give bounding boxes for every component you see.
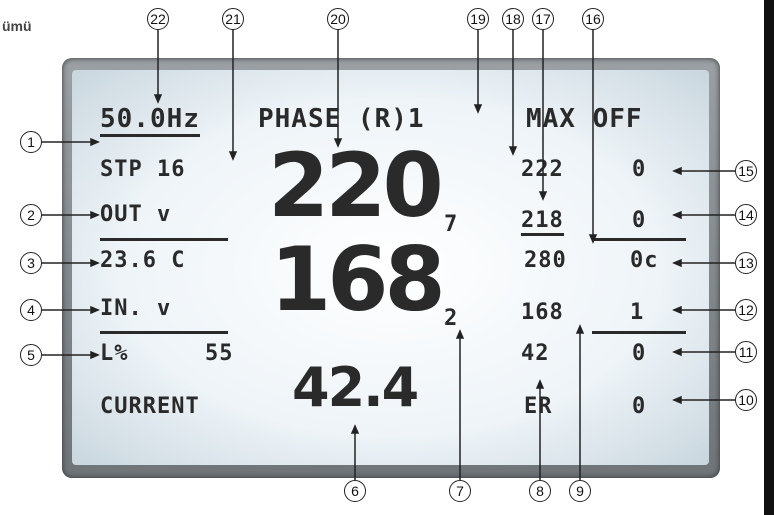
callout-5: 5	[20, 344, 42, 366]
callout-9: 9	[569, 480, 591, 502]
callout-3: 3	[20, 252, 42, 274]
callout-21: 21	[222, 8, 244, 30]
callout-13: 13	[735, 252, 757, 274]
callout-17: 17	[532, 8, 554, 30]
callout-14: 14	[735, 204, 757, 226]
callout-12: 12	[735, 299, 757, 321]
callout-22: 22	[147, 8, 169, 30]
callout-4: 4	[20, 299, 42, 321]
callout-6: 6	[344, 480, 366, 502]
callout-18: 18	[502, 8, 524, 30]
callout-1: 1	[20, 131, 42, 153]
callout-2: 2	[20, 204, 42, 226]
callout-20: 20	[327, 8, 349, 30]
callout-15: 15	[735, 160, 757, 182]
callout-16: 16	[582, 8, 604, 30]
callout-8: 8	[529, 480, 551, 502]
callout-10: 10	[735, 389, 757, 411]
callout-7: 7	[449, 480, 471, 502]
leader-lines	[42, 29, 735, 480]
callout-11: 11	[735, 341, 757, 363]
callout-19: 19	[467, 8, 489, 30]
